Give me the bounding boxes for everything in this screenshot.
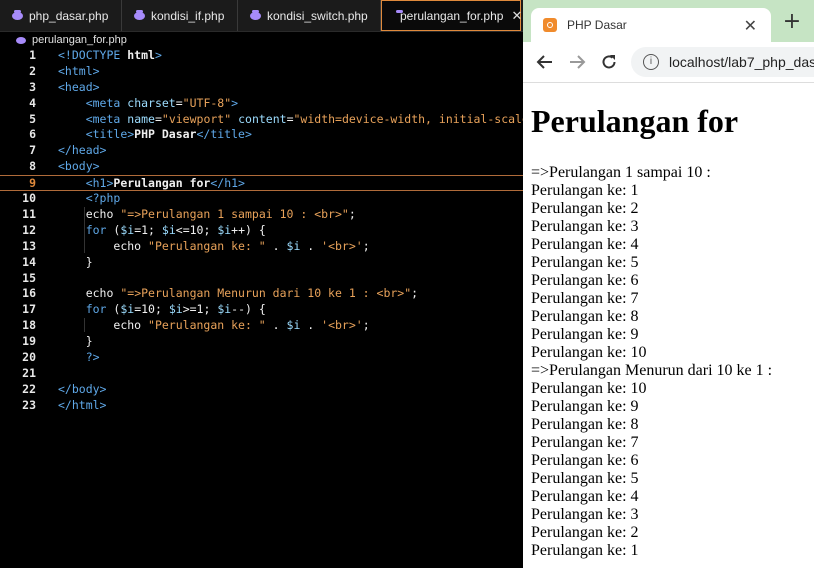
output-line: Perulangan ke: 10 bbox=[531, 344, 647, 361]
output-line: Perulangan ke: 2 bbox=[531, 200, 639, 217]
output-lines: =>Perulangan 1 sampai 10 : Perulangan ke:… bbox=[531, 164, 814, 560]
output-line: Perulangan ke: 9 bbox=[531, 326, 639, 343]
output-line: Perulangan ke: 1 bbox=[531, 542, 639, 559]
browser-tab-strip: PHP Dasar ✕ + bbox=[523, 0, 814, 42]
tab-kondisi-if[interactable]: kondisi_if.php bbox=[122, 0, 238, 31]
code-line: 11 echo "=>Perulangan 1 sampai 10 : <br>… bbox=[22, 207, 356, 222]
php-file-icon bbox=[134, 9, 145, 20]
code-line: 14 } bbox=[22, 254, 93, 269]
php-file-icon bbox=[16, 36, 26, 44]
code-editor[interactable]: php_dasar.php kondisi_if.php kondisi_swi… bbox=[0, 0, 523, 568]
info-icon[interactable]: i bbox=[643, 54, 659, 70]
breadcrumb-file[interactable]: perulangan_for.php bbox=[32, 34, 127, 46]
close-icon[interactable]: ✕ bbox=[744, 16, 757, 35]
browser-window: PHP Dasar ✕ + i localhost/lab7_php_dasar… bbox=[523, 0, 814, 568]
tab-kondisi-switch[interactable]: kondisi_switch.php bbox=[238, 0, 381, 31]
breadcrumb: perulangan_for.php bbox=[0, 32, 523, 48]
output-line: Perulangan ke: 8 bbox=[531, 308, 639, 325]
close-icon[interactable]: ✕ bbox=[511, 8, 522, 24]
tab-perulangan-for[interactable]: perulangan_for.php ✕ bbox=[381, 0, 522, 31]
output-line: Perulangan ke: 8 bbox=[531, 416, 639, 433]
output-line: =>Perulangan 1 sampai 10 : bbox=[531, 164, 711, 181]
browser-tab-php-dasar[interactable]: PHP Dasar ✕ bbox=[531, 8, 771, 42]
browser-toolbar: i localhost/lab7_php_dasar bbox=[523, 42, 814, 83]
code-line: 18 echo "Perulangan ke: " . $i . '<br>'; bbox=[22, 318, 370, 333]
code-line: 10 <?php bbox=[22, 191, 121, 206]
url-text: localhost/lab7_php_dasar bbox=[669, 54, 814, 70]
code-line: 21 bbox=[22, 365, 36, 380]
output-line: Perulangan ke: 10 bbox=[531, 380, 647, 397]
editor-tab-bar: php_dasar.php kondisi_if.php kondisi_swi… bbox=[0, 0, 523, 32]
code-line: 19 } bbox=[22, 334, 93, 349]
reload-button[interactable] bbox=[597, 50, 621, 74]
code-line: 1 <!DOCTYPE html> bbox=[29, 48, 162, 62]
php-file-icon bbox=[250, 9, 261, 20]
code-line: 23 </html> bbox=[22, 397, 107, 412]
page-heading: Perulangan for bbox=[531, 103, 739, 139]
tab-label: php_dasar.php bbox=[29, 8, 109, 23]
forward-button[interactable] bbox=[565, 50, 589, 74]
code-line: 22 </body> bbox=[22, 381, 107, 396]
code-line: 12 for ($i=1; $i<=10; $i++) { bbox=[22, 222, 266, 237]
code-line: 4 <meta charset="UTF-8"> bbox=[29, 95, 239, 110]
php-file-icon bbox=[12, 9, 23, 20]
output-line: Perulangan ke: 7 bbox=[531, 434, 639, 451]
code-line: 13 echo "Perulangan ke: " . $i . '<br>'; bbox=[22, 238, 370, 253]
address-bar[interactable]: i localhost/lab7_php_dasar bbox=[631, 47, 814, 77]
output-line: Perulangan ke: 9 bbox=[531, 398, 639, 415]
code-line: 5 <meta name="viewport" content="width=d… bbox=[29, 111, 523, 126]
new-tab-button[interactable]: + bbox=[782, 11, 802, 33]
tab-php-dasar[interactable]: php_dasar.php bbox=[0, 0, 122, 31]
tab-label: kondisi_switch.php bbox=[267, 8, 368, 23]
reload-icon bbox=[602, 55, 616, 69]
output-line: Perulangan ke: 3 bbox=[531, 506, 639, 523]
output-line: Perulangan ke: 7 bbox=[531, 290, 639, 307]
code-line: 7 </head> bbox=[29, 143, 107, 158]
arrow-left-icon bbox=[536, 55, 552, 69]
code-line: 17 for ($i=10; $i>=1; $i--) { bbox=[22, 302, 266, 317]
arrow-right-icon bbox=[570, 55, 586, 69]
code-line: 2 <html> bbox=[29, 63, 100, 78]
web-page-content: Perulangan for =>Perulangan 1 sampai 10 … bbox=[531, 82, 814, 560]
output-line: Perulangan ke: 5 bbox=[531, 254, 639, 271]
tab-label: kondisi_if.php bbox=[151, 8, 225, 23]
output-line: Perulangan ke: 4 bbox=[531, 488, 639, 505]
output-line: Perulangan ke: 1 bbox=[531, 182, 639, 199]
output-line: Perulangan ke: 6 bbox=[531, 452, 639, 469]
output-line: Perulangan ke: 3 bbox=[531, 218, 639, 235]
back-button[interactable] bbox=[533, 50, 557, 74]
code-area[interactable]: 1 <!DOCTYPE html> 2 <html> 3 <head> 4 <meta… bbox=[0, 48, 523, 414]
output-line: Perulangan ke: 6 bbox=[531, 272, 639, 289]
output-line: Perulangan ke: 4 bbox=[531, 236, 639, 253]
browser-tab-title: PHP Dasar bbox=[567, 18, 627, 32]
tab-label: perulangan_for.php bbox=[400, 8, 504, 23]
code-line: 6 <title>PHP Dasar</title> bbox=[29, 127, 252, 142]
output-line: =>Perulangan Menurun dari 10 ke 1 : bbox=[531, 362, 773, 379]
code-line: 20 ?> bbox=[22, 350, 100, 365]
xampp-favicon-icon bbox=[543, 18, 557, 32]
code-line-current: 9 <h1>Perulangan for</h1> bbox=[0, 175, 523, 192]
code-line: 15 bbox=[22, 270, 36, 285]
code-line: 3 <head> bbox=[29, 79, 100, 94]
output-line: Perulangan ke: 2 bbox=[531, 524, 639, 541]
output-line: Perulangan ke: 5 bbox=[531, 470, 639, 487]
code-line: 8 <body> bbox=[29, 159, 100, 174]
code-line: 16 echo "=>Perulangan Menurun dari 10 ke… bbox=[22, 286, 419, 301]
